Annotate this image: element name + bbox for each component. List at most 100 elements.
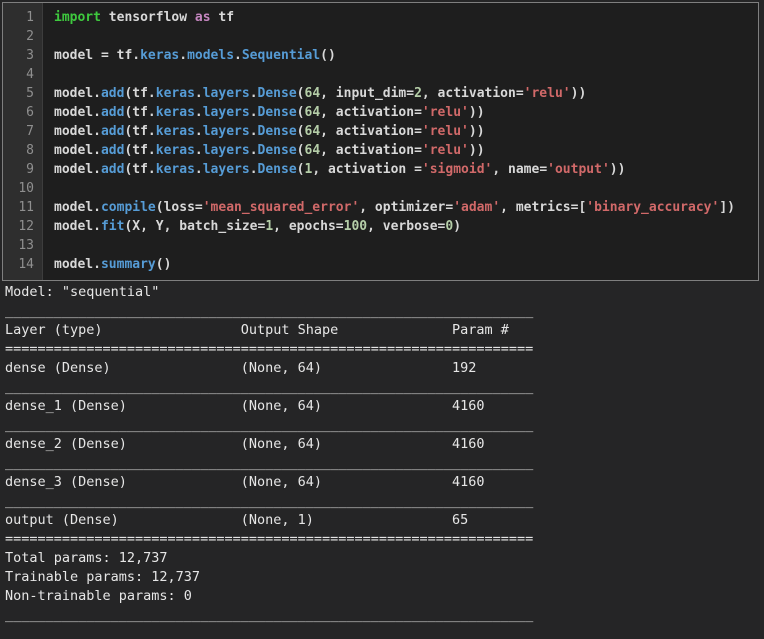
code-token: (loss= [155, 200, 203, 215]
console-line: Trainable params: 12,737 [5, 569, 201, 585]
code-token: . [194, 124, 203, 139]
line-number: 10 [18, 181, 34, 196]
code-token: keras [155, 105, 195, 120]
code-token: model. [54, 86, 101, 101]
code-token: add [100, 162, 125, 177]
code-token: 'sigmoid' [421, 162, 493, 177]
code-token: 64 [304, 143, 321, 158]
code-token: , activation= [421, 86, 524, 101]
code-token: (tf. [124, 124, 156, 139]
code-token: (tf. [124, 162, 156, 177]
code-token: (tf. [124, 86, 156, 101]
code-token: , activation = [312, 162, 422, 177]
line-number: 5 [26, 86, 34, 101]
code-token: model. [54, 219, 101, 234]
code-token: (tf. [124, 105, 156, 120]
code-line: model.fit(X, Y, batch_size=1, epochs=100… [54, 217, 758, 236]
code-token: Dense [257, 124, 297, 139]
code-token: (tf. [124, 143, 156, 158]
code-token: layers [202, 86, 250, 101]
code-line: model.add(tf.keras.layers.Dense(64, acti… [54, 122, 758, 141]
line-number: 12 [18, 219, 34, 234]
code-token: Dense [257, 105, 297, 120]
code-token: add [100, 124, 125, 139]
model-summary-output: Model: "sequential" _____________________… [5, 283, 759, 625]
code-token: models [187, 48, 235, 63]
code-line: model.add(tf.keras.layers.Dense(64, acti… [54, 103, 758, 122]
code-token: Dense [257, 143, 297, 158]
code-token: . [194, 162, 203, 177]
code-token: add [100, 105, 125, 120]
code-token: , epochs= [273, 219, 344, 234]
code-token: tensorflow [100, 10, 195, 25]
console-line: dense (Dense) (None, 64) 192 [5, 360, 534, 376]
code-token: keras [155, 86, 195, 101]
code-line: model.add(tf.keras.layers.Dense(1, activ… [54, 160, 758, 179]
code-token: import [54, 10, 101, 25]
code-line: model.summary() [54, 255, 758, 274]
code-token: )) [468, 124, 485, 139]
code-token: ( [296, 86, 305, 101]
line-number: 11 [18, 200, 34, 215]
line-number: 1 [26, 10, 34, 25]
console-line: Non-trainable params: 0 [5, 588, 192, 604]
code-token: )) [468, 143, 485, 158]
code-token: as [194, 10, 211, 25]
line-number: 4 [26, 67, 34, 82]
code-token: . [194, 105, 203, 120]
code-token: 'relu' [523, 86, 571, 101]
code-token: model. [54, 200, 101, 215]
code-token: )) [609, 162, 626, 177]
code-token: keras [155, 143, 195, 158]
code-token: add [100, 143, 125, 158]
code-token: . [249, 143, 258, 158]
console-line: dense_2 (Dense) (None, 64) 4160 [5, 436, 534, 452]
console-line: ========================================… [5, 341, 534, 357]
code-line: import tensorflow as tf [54, 8, 758, 27]
line-number: 3 [26, 48, 34, 63]
console-line: dense_1 (Dense) (None, 64) 4160 [5, 398, 534, 414]
code-token: . [249, 124, 258, 139]
line-number: 7 [26, 124, 34, 139]
code-line: model = tf.keras.models.Sequential() [54, 46, 758, 65]
code-token: )) [468, 105, 485, 120]
console-line: Layer (type) Output Shape Param # [5, 322, 534, 338]
code-line: model.compile(loss='mean_squared_error',… [54, 198, 758, 217]
code-token: . [249, 86, 258, 101]
code-editor[interactable]: 1 2 3 4 5 6 7 8 9 10 11 12 13 14 import tensorflow as… [2, 2, 759, 281]
code-token: . [194, 143, 203, 158]
code-token: , input_dim= [320, 86, 415, 101]
line-number: 13 [18, 238, 34, 253]
console-line: ________________________________________… [5, 417, 534, 433]
code-token: model. [54, 257, 101, 272]
console-line: ________________________________________… [5, 379, 534, 395]
code-token: . [179, 48, 188, 63]
line-number: 6 [26, 105, 34, 120]
code-token: layers [202, 105, 250, 120]
code-token: 2 [414, 86, 422, 101]
console-line: Total params: 12,737 [5, 550, 168, 566]
code-token: ]) [719, 200, 735, 215]
code-token: 'relu' [421, 143, 469, 158]
code-token: , activation= [320, 124, 422, 139]
code-token: . [249, 105, 258, 120]
code-token: 'relu' [421, 124, 469, 139]
code-token: 64 [304, 105, 321, 120]
line-number: 8 [26, 143, 34, 158]
line-number: 14 [18, 257, 34, 272]
code-area[interactable]: import tensorflow as tf model = tf.keras.… [43, 3, 758, 280]
console-line: Model: "sequential" [5, 284, 160, 300]
code-token: 'output' [547, 162, 610, 177]
code-token: compile [100, 200, 156, 215]
code-token: Dense [257, 162, 297, 177]
code-token: , verbose= [367, 219, 446, 234]
code-line: model.add(tf.keras.layers.Dense(64, acti… [54, 141, 758, 160]
code-token: ( [296, 105, 305, 120]
code-token: . [194, 86, 203, 101]
code-token: 64 [304, 86, 321, 101]
code-token: , activation= [320, 105, 422, 120]
console-line: dense_3 (Dense) (None, 64) 4160 [5, 474, 534, 490]
code-token: model. [54, 124, 101, 139]
